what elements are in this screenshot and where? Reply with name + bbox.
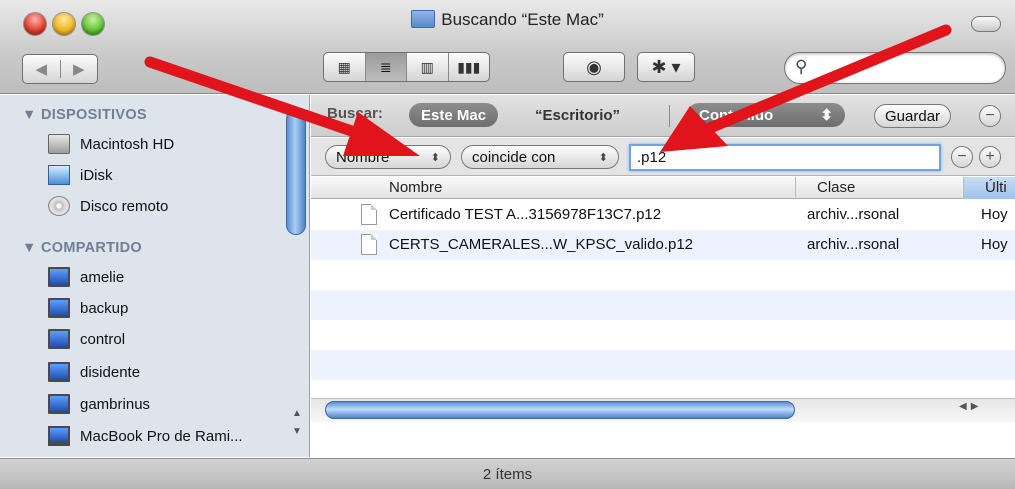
file-kind: archiv...rsonal [807,206,900,223]
criteria-value-field[interactable]: .p12 [629,144,941,171]
search-input[interactable] [817,58,992,78]
sidebar-item-macintosh-hd[interactable]: Macintosh HD [48,131,174,157]
remove-scope-button[interactable]: − [979,105,1001,127]
popup-arrows-icon: ⬍ [598,151,608,164]
scope-contents-popup[interactable]: Contenido ⬍ [687,103,845,127]
coverflow-view-button[interactable]: ▮▮▮ [447,53,490,81]
window-title: Buscando “Este Mac” [0,10,1015,30]
sidebar-item-remote-disc[interactable]: Disco remoto [48,193,168,219]
smart-folder-icon [411,10,436,28]
action-menu-button[interactable]: ✱ ▾ [637,52,695,82]
file-date: Hoy [981,206,1008,223]
network-computer-icon [48,329,70,349]
sidebar-item-gambrinus[interactable]: gambrinus [48,391,150,417]
scope-divider [669,105,670,127]
laptop-icon [48,426,70,446]
file-name: Certificado TEST A...3156978F13C7.p12 [389,206,662,223]
sidebar-header-devices: ▼ DISPOSITIVOS [22,107,147,123]
view-mode-buttons: ▦ ≣ ▥ ▮▮▮ [323,52,490,82]
sidebar-item-backup[interactable]: backup [48,295,128,321]
add-criteria-button[interactable]: + [979,146,1001,168]
file-row[interactable]: Certificado TEST A...3156978F13C7.p12 ar… [311,200,1015,230]
item-count: 2 ítems [482,466,533,483]
disc-icon [48,196,70,216]
sidebar-item-disidente[interactable]: disidente [48,359,140,385]
column-divider [795,177,796,199]
network-computer-icon [48,394,70,414]
search-scope-bar: Buscar: Este Mac “Escritorio” Contenido ⬍… [311,95,1015,137]
column-kind-header[interactable]: Clase [817,179,855,196]
file-name: CERTS_CAMERALES...W_KPSC_valido.p12 [389,236,694,253]
search-field: ⚲ [784,52,1006,84]
save-search-button[interactable]: Guardar [874,104,952,128]
window-toolbar: Buscando “Este Mac” ◀ ▶ ▦ ≣ ▥ ▮▮▮ ◉ ✱ ▾ … [0,0,1015,94]
remove-criteria-button[interactable]: − [951,146,973,168]
sidebar: ▼ DISPOSITIVOS Macintosh HD iDisk Disco … [0,95,310,457]
icon-view-button[interactable]: ▦ [324,53,365,81]
column-view-button[interactable]: ▥ [406,53,448,81]
gear-icon: ✱ ▾ [651,56,681,77]
scope-desktop-button[interactable]: “Escritorio” [523,103,632,127]
operator-popup[interactable]: coincide con ⬍ [461,145,619,169]
sidebar-item-macbook-pro[interactable]: MacBook Pro de Rami... [48,423,243,449]
horizontal-scrollbar-thumb[interactable] [325,401,795,419]
quick-look-button[interactable]: ◉ [563,52,625,82]
horizontal-scroll-arrows[interactable]: ◀▶ [959,401,982,412]
empty-row [311,350,1015,380]
network-computer-icon [48,298,70,318]
search-icon: ⚲ [795,57,808,76]
file-row[interactable]: CERTS_CAMERALES...W_KPSC_valido.p12 arch… [311,230,1015,260]
forward-button[interactable]: ▶ [59,60,98,78]
back-button[interactable]: ◀ [23,60,60,78]
empty-row [311,290,1015,320]
empty-row [311,260,1015,290]
empty-row [311,320,1015,350]
popup-arrows-icon: ⬍ [820,107,833,124]
popup-arrows-icon: ⬍ [430,151,440,164]
file-kind: archiv...rsonal [807,236,900,253]
column-header: Nombre Clase Últi [311,177,1015,199]
idisk-icon [48,165,70,185]
sidebar-scrollbar-thumb[interactable] [286,109,306,235]
scope-this-mac-button[interactable]: Este Mac [409,103,499,127]
file-date: Hoy [981,236,1008,253]
sidebar-scroll-arrows[interactable]: ▲ ▼ [287,405,307,441]
search-results-pane: Buscar: Este Mac “Escritorio” Contenido ⬍… [311,95,1015,457]
sidebar-item-amelie[interactable]: amelie [48,264,124,290]
network-computer-icon [48,362,70,382]
eye-icon: ◉ [586,56,602,77]
document-icon [361,204,377,225]
status-bar: 2 ítems [0,458,1015,489]
column-divider [963,177,964,199]
sidebar-item-idisk[interactable]: iDisk [48,162,113,188]
network-computer-icon [48,267,70,287]
column-name-header[interactable]: Nombre [389,179,442,196]
list-view-button[interactable]: ≣ [364,53,406,81]
back-forward-buttons: ◀ ▶ [22,54,98,84]
sidebar-header-shared: ▼ COMPARTIDO [22,240,142,256]
column-date-header[interactable]: Últi [985,179,1007,196]
hard-drive-icon [48,134,70,154]
scope-label: Buscar: [327,105,383,122]
document-icon [361,234,377,255]
attribute-popup[interactable]: Nombre ⬍ [325,145,451,169]
search-criteria-row: Nombre ⬍ coincide con ⬍ .p12 − + [311,138,1015,176]
sidebar-item-control[interactable]: control [48,326,125,352]
